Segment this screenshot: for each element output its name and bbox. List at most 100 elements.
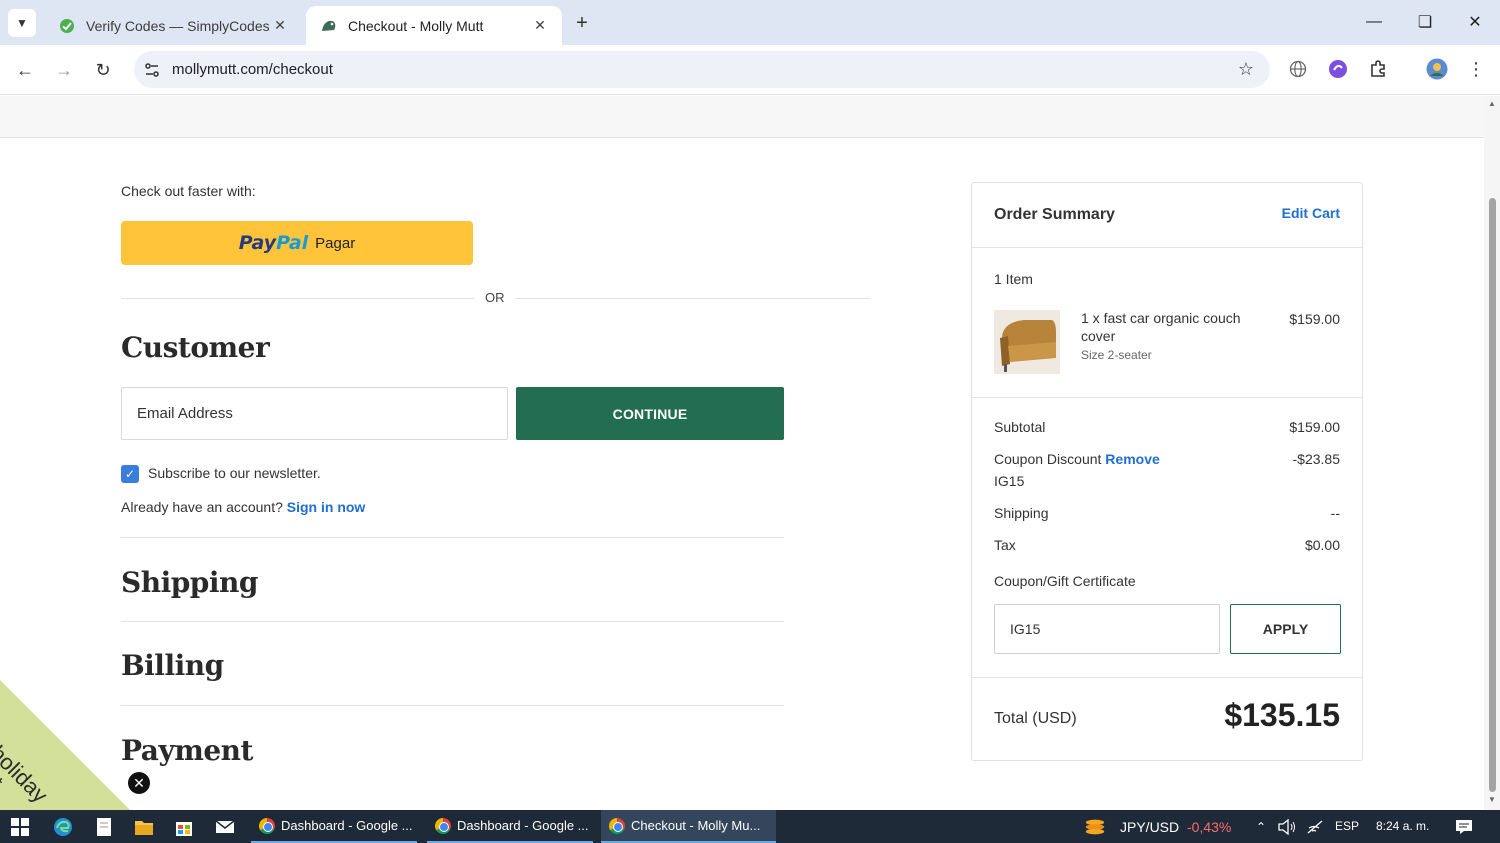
forward-arrow-icon[interactable]: → bbox=[49, 55, 79, 85]
windows-start-icon[interactable] bbox=[9, 816, 31, 838]
item-name: 1 x fast car organic couch cover bbox=[1081, 310, 1241, 344]
summary-divider bbox=[972, 677, 1362, 678]
site-info-icon[interactable] bbox=[142, 60, 162, 80]
close-window-icon[interactable]: ✕ bbox=[1461, 10, 1489, 34]
summary-divider bbox=[972, 397, 1362, 398]
ticker-label: JPY/USD bbox=[1120, 819, 1180, 835]
volume-icon[interactable] bbox=[1276, 816, 1298, 838]
page-scrollbar[interactable]: ▲ ▼ bbox=[1484, 96, 1500, 810]
close-promo-icon[interactable]: ✕ bbox=[128, 772, 150, 794]
order-summary-panel: Order Summary Edit Cart 1 Item 1 x fast … bbox=[971, 182, 1363, 761]
chrome-icon bbox=[609, 817, 625, 834]
scroll-up-arrow-icon[interactable]: ▲ bbox=[1487, 100, 1497, 108]
chevron-up-icon[interactable]: ⌃ bbox=[1250, 816, 1272, 838]
section-divider bbox=[121, 705, 784, 706]
minimize-icon[interactable]: — bbox=[1360, 10, 1388, 34]
language-indicator[interactable]: ESP bbox=[1335, 819, 1359, 833]
tab-search-button[interactable]: ▼ bbox=[8, 9, 36, 37]
bookmark-star-icon[interactable]: ☆ bbox=[1238, 59, 1254, 80]
network-icon[interactable] bbox=[1304, 816, 1326, 838]
restore-icon[interactable]: ❏ bbox=[1411, 10, 1439, 34]
browser-tab-strip: ▼ Verify Codes — SimplyCodes ✕ Checkout … bbox=[0, 0, 1500, 45]
paypal-button[interactable]: PayPal Pagar bbox=[121, 221, 473, 265]
email-field[interactable] bbox=[121, 387, 508, 440]
newsletter-checkbox[interactable]: ✓ bbox=[121, 465, 139, 483]
chevron-down-icon: ▼ bbox=[16, 16, 28, 30]
coupon-input[interactable] bbox=[994, 604, 1220, 654]
translate-globe-icon[interactable] bbox=[1287, 58, 1309, 80]
billing-heading: Billing bbox=[121, 649, 224, 682]
or-divider-right bbox=[516, 298, 870, 299]
url-text: mollymutt.com/checkout bbox=[172, 61, 333, 78]
summary-divider bbox=[972, 247, 1362, 248]
store-icon[interactable] bbox=[173, 816, 195, 838]
back-arrow-icon[interactable]: ← bbox=[10, 55, 40, 85]
menu-kebab-icon[interactable]: ⋮ bbox=[1465, 58, 1487, 80]
shipping-value: -- bbox=[1330, 505, 1340, 521]
shipping-heading: Shipping bbox=[121, 566, 258, 599]
section-divider bbox=[121, 621, 784, 622]
edge-browser-icon[interactable] bbox=[52, 816, 74, 838]
customer-heading: Customer bbox=[121, 331, 270, 364]
new-tab-plus-icon[interactable]: + bbox=[570, 11, 594, 35]
profile-avatar-icon[interactable] bbox=[1426, 58, 1448, 80]
simplycodes-favicon-icon bbox=[58, 17, 76, 35]
tax-value: $0.00 bbox=[1304, 537, 1340, 553]
address-bar[interactable]: mollymutt.com/checkout ☆ bbox=[134, 51, 1270, 88]
checkmark-icon: ✓ bbox=[124, 467, 136, 481]
taskbar-app-dashboard-2[interactable]: Dashboard - Google ... bbox=[427, 810, 593, 843]
continue-button[interactable]: CONTINUE bbox=[516, 387, 784, 440]
molly-mutt-favicon-icon bbox=[320, 17, 338, 35]
coupon-discount-value: -$23.85 bbox=[1292, 451, 1340, 467]
couch-cover-product-image bbox=[994, 310, 1060, 374]
file-explorer-icon[interactable] bbox=[133, 816, 155, 838]
notepad-icon[interactable] bbox=[93, 816, 115, 838]
shipping-label: Shipping bbox=[994, 505, 1049, 521]
total-value: $135.15 bbox=[1224, 697, 1340, 733]
extensions-puzzle-icon[interactable] bbox=[1367, 58, 1389, 80]
remove-coupon-link[interactable]: Remove bbox=[1105, 451, 1159, 467]
close-icon[interactable]: ✕ bbox=[530, 16, 550, 36]
tax-label: Tax bbox=[994, 537, 1016, 553]
sign-in-link[interactable]: Sign in now bbox=[287, 499, 366, 515]
extension-purple-icon[interactable] bbox=[1327, 58, 1349, 80]
or-divider-left bbox=[121, 298, 474, 299]
total-label: Total (USD) bbox=[994, 710, 1077, 727]
tab-title: Checkout - Molly Mutt bbox=[348, 17, 484, 34]
newsletter-label: Subscribe to our newsletter. bbox=[148, 465, 321, 481]
payment-heading: Payment bbox=[121, 734, 253, 767]
edit-cart-link[interactable]: Edit Cart bbox=[1282, 205, 1340, 221]
paypal-action-label: Pagar bbox=[315, 234, 356, 252]
order-summary-title: Order Summary bbox=[994, 206, 1115, 223]
close-icon[interactable]: ✕ bbox=[270, 16, 290, 36]
taskbar-app-dashboard-1[interactable]: Dashboard - Google ... bbox=[251, 810, 417, 843]
windows-taskbar: Dashboard - Google ... Dashboard - Googl… bbox=[0, 810, 1500, 843]
notifications-icon[interactable] bbox=[1453, 816, 1475, 838]
holiday-print-promo[interactable]: holiday print bbox=[0, 680, 140, 810]
scroll-down-arrow-icon[interactable]: ▼ bbox=[1487, 796, 1497, 804]
ticker-change: -0,43% bbox=[1187, 819, 1232, 835]
browser-toolbar: ← → ↻ mollymutt.com/checkout ☆ ⋮ bbox=[0, 45, 1500, 95]
clock[interactable]: 8:24 a. m. bbox=[1376, 819, 1429, 833]
tab-simplycodes[interactable]: Verify Codes — SimplyCodes ✕ bbox=[44, 6, 302, 45]
account-prompt: Already have an account? Sign in now bbox=[121, 499, 366, 515]
or-label: OR bbox=[485, 290, 505, 305]
gift-certificate-label: Coupon/Gift Certificate bbox=[994, 573, 1136, 589]
coupon-discount-label: Coupon Discount Remove bbox=[994, 451, 1160, 467]
applied-coupon-code: IG15 bbox=[994, 473, 1025, 489]
item-size: Size 2-seater bbox=[1081, 348, 1152, 362]
scroll-thumb[interactable] bbox=[1489, 198, 1496, 792]
tab-molly-mutt[interactable]: Checkout - Molly Mutt ✕ bbox=[306, 6, 562, 45]
subtotal-value: $159.00 bbox=[1289, 419, 1340, 435]
checkout-faster-label: Check out faster with: bbox=[121, 183, 256, 199]
item-price: $159.00 bbox=[1289, 311, 1340, 327]
item-count: 1 Item bbox=[994, 271, 1033, 287]
site-header-band bbox=[0, 96, 1484, 138]
reload-icon[interactable]: ↻ bbox=[88, 55, 118, 85]
currency-coins-icon[interactable] bbox=[1084, 816, 1106, 838]
apply-coupon-button[interactable]: APPLY bbox=[1230, 604, 1341, 654]
taskbar-app-checkout[interactable]: Checkout - Molly Mu... bbox=[601, 810, 776, 843]
chrome-icon bbox=[259, 817, 275, 834]
chrome-icon bbox=[435, 817, 451, 834]
mail-icon[interactable] bbox=[214, 816, 236, 838]
